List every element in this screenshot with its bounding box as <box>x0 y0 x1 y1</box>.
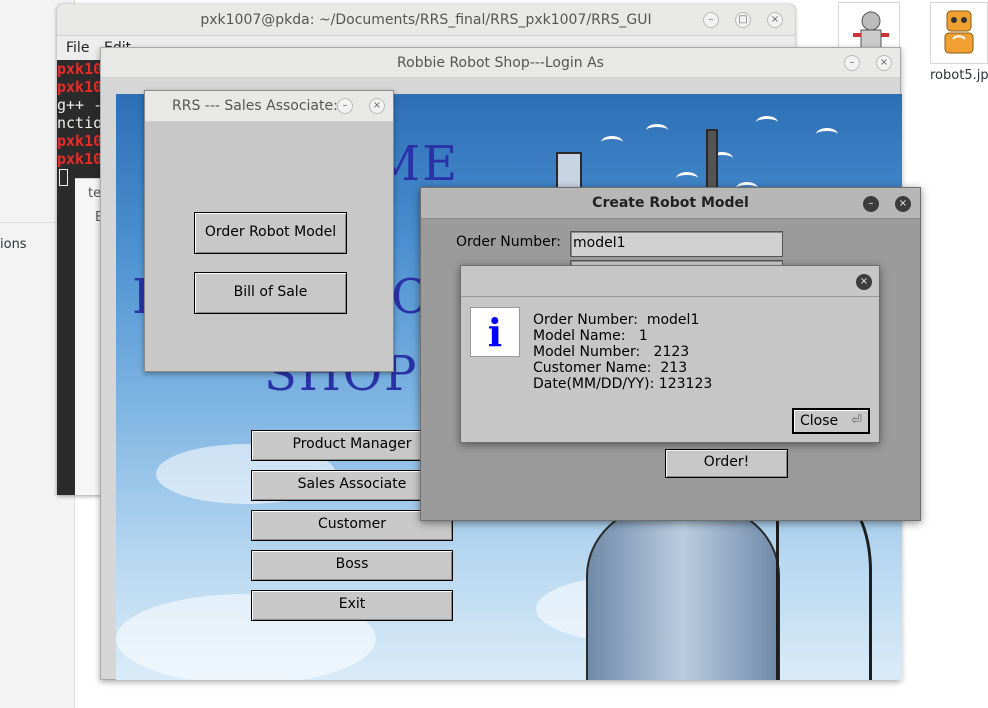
close-icon[interactable]: × <box>895 196 911 212</box>
sales-associate-window: RRS --- Sales Associate: – × Order Robot… <box>144 90 394 372</box>
sales-window-title[interactable]: RRS --- Sales Associate: <box>145 91 393 122</box>
thumbnail-label: robot5.jp <box>930 68 988 83</box>
robot-image-icon <box>944 10 974 54</box>
close-icon[interactable]: × <box>856 274 872 290</box>
minimize-icon[interactable]: – <box>844 55 860 71</box>
terminal-cursor <box>59 169 68 186</box>
close-button[interactable]: Close ⏎ <box>792 408 870 434</box>
close-icon[interactable]: × <box>767 12 783 28</box>
info-icon: i <box>470 307 520 357</box>
terminal-titlebar[interactable]: pxk1007@pkda: ~/Documents/RRS_final/RRS_… <box>57 4 795 36</box>
sidebar-item-partial[interactable]: ions <box>0 237 27 252</box>
minimize-icon[interactable]: – <box>703 12 719 28</box>
order-number-label: Order Number: <box>456 234 561 250</box>
return-icon: ⏎ <box>851 413 862 428</box>
minimize-icon[interactable]: – <box>863 196 879 212</box>
exit-button[interactable]: Exit <box>251 590 453 621</box>
close-icon[interactable]: × <box>876 55 892 71</box>
info-message: Order Number: model1 Model Name: 1 Model… <box>533 312 713 392</box>
info-dialog-titlebar[interactable] <box>461 266 879 297</box>
menu-file[interactable]: File <box>66 40 89 56</box>
create-model-title[interactable]: Create Robot Model <box>421 188 920 219</box>
minimize-icon[interactable]: – <box>337 98 353 114</box>
order-robot-model-button[interactable]: Order Robot Model <box>194 212 347 254</box>
login-window-title[interactable]: Robbie Robot Shop---Login As <box>101 48 900 78</box>
close-button-label: Close <box>800 413 839 429</box>
order-number-input[interactable]: model1 <box>570 231 783 257</box>
maximize-icon[interactable]: □ <box>735 12 751 28</box>
close-icon[interactable]: × <box>369 98 385 114</box>
order-button[interactable]: Order! <box>665 449 788 478</box>
info-dialog: × i Order Number: model1 Model Name: 1 M… <box>460 265 880 443</box>
robot-thumbnail-2[interactable] <box>930 2 988 64</box>
terminal-title: pxk1007@pkda: ~/Documents/RRS_final/RRS_… <box>200 12 652 28</box>
boss-button[interactable]: Boss <box>251 550 453 581</box>
bill-of-sale-button[interactable]: Bill of Sale <box>194 272 347 314</box>
